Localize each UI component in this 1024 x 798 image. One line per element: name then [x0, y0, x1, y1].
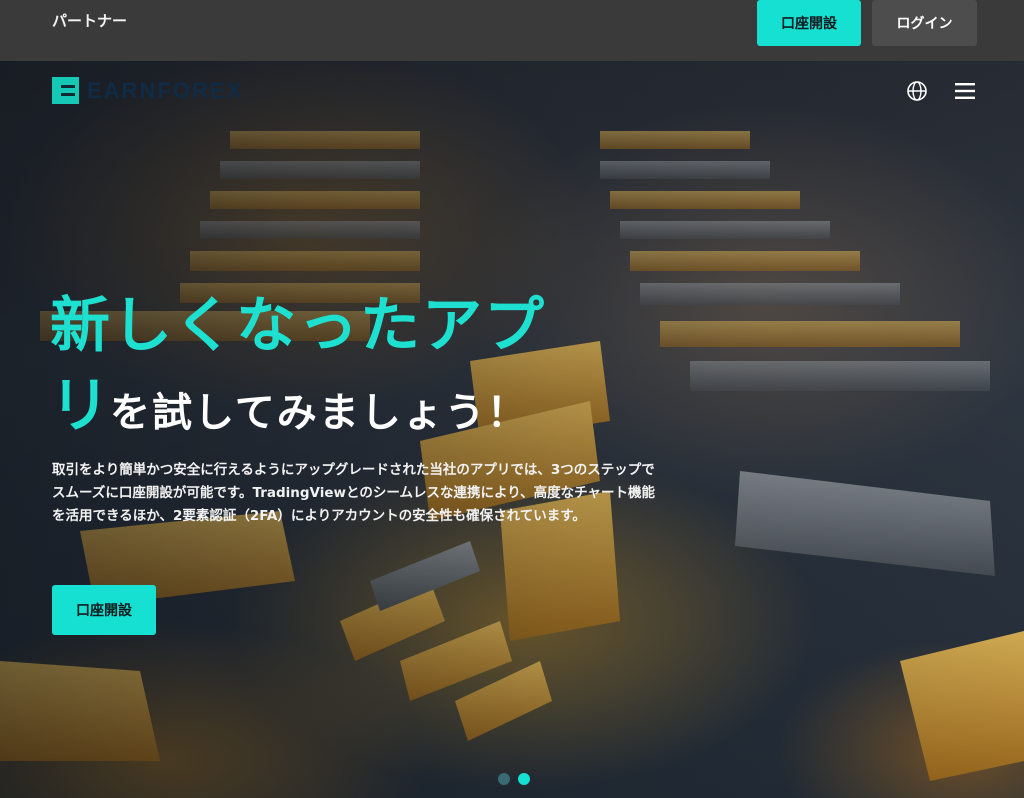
headline-line2: リを試してみましょう！	[50, 366, 650, 455]
open-account-button-hero[interactable]: 口座開設	[52, 585, 156, 635]
hero-section: EARNFOREX 新しくなったアプ リを試してみましょう！ 取引をより簡単かつ…	[0, 61, 1024, 798]
carousel-dot-active[interactable]	[518, 773, 530, 785]
carousel-indicators	[498, 773, 530, 785]
hero-headline: 新しくなったアプ リを試してみましょう！	[50, 286, 650, 455]
carousel-dot[interactable]	[498, 773, 510, 785]
headline-line1: 新しくなったアプ	[50, 291, 546, 361]
headline-line2-white: を試してみましょう！	[110, 390, 529, 436]
globe-icon[interactable]	[906, 80, 928, 102]
open-account-button-top[interactable]: 口座開設	[757, 0, 861, 46]
top-bar: パートナー 口座開設 ログイン	[0, 0, 1024, 61]
hero-description: 取引をより簡単かつ安全に行えるようにアップグレードされた当社のアプリでは、3つの…	[52, 462, 656, 524]
logo-text: EARNFOREX	[87, 77, 244, 103]
menu-icon[interactable]	[955, 82, 975, 100]
login-button[interactable]: ログイン	[872, 0, 977, 46]
headline-line2-teal: リ	[50, 371, 110, 441]
partner-link[interactable]: パートナー	[52, 10, 127, 31]
brand-logo[interactable]: EARNFOREX	[52, 77, 243, 104]
logo-mark-icon	[52, 77, 79, 104]
